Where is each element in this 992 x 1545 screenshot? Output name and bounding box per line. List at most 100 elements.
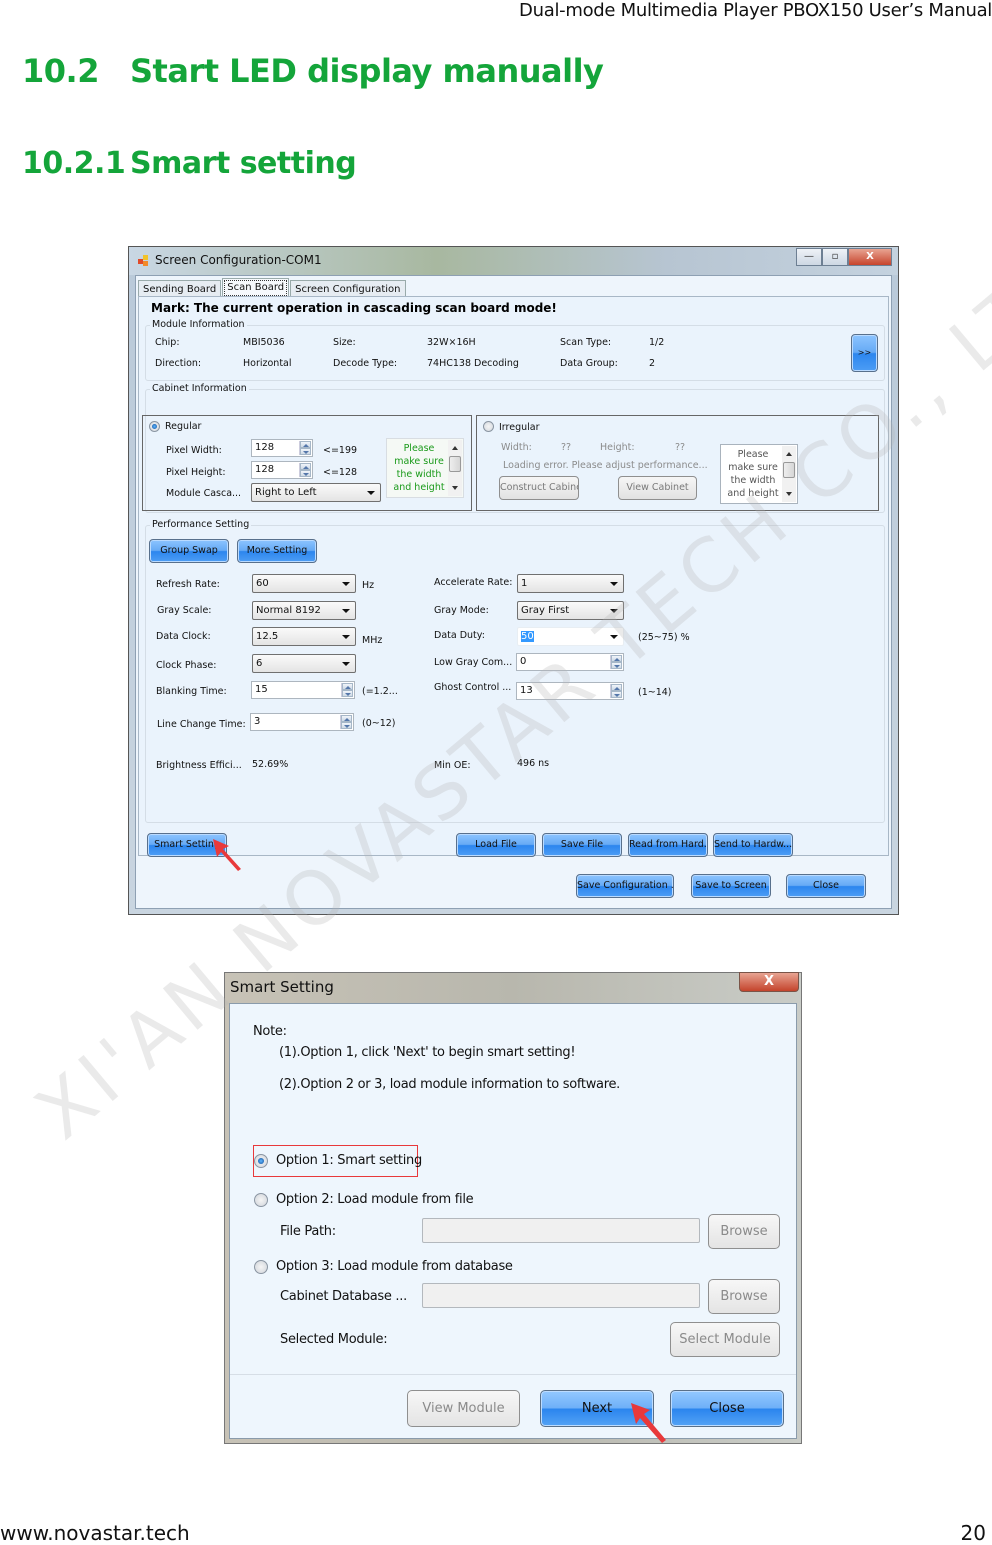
pixel-width-spinner[interactable] [299,441,311,455]
clock-phase-select[interactable]: 6 [252,654,356,673]
blanking-time-spinner[interactable] [341,683,353,697]
dialog-client: Note: (1).Option 1, click 'Next' to begi… [229,1003,797,1443]
accelerate-rate-label: Accelerate Rate: [434,577,513,588]
pixel-width-input[interactable]: 128 [251,439,313,457]
min-oe-value: 496 ns [517,758,550,769]
more-setting-button[interactable]: More Setting [237,539,317,563]
close-dialog-footer-button[interactable]: Close [670,1390,784,1427]
regular-label: Regular [165,421,202,432]
save-configuration-button[interactable]: Save Configuration ... [576,874,674,898]
load-file-button[interactable]: Load File [456,833,536,857]
scan-board-page: Mark: The current operation in cascading… [138,296,889,871]
pixel-height-spinner[interactable] [299,463,311,477]
view-cabinet-button[interactable]: View Cabinet [618,476,697,500]
group-label: Cabinet Information [150,383,249,394]
read-from-hardware-button[interactable]: Read from Hard... [628,833,708,857]
window-client: Sending Board Scan Board Screen Configur… [135,275,892,909]
maximize-button[interactable]: ▫ [822,248,848,266]
data-clock-unit: MHz [362,635,383,646]
data-clock-select[interactable]: 12.5 [252,627,356,646]
save-to-screen-button[interactable]: Save to Screen [691,874,771,898]
regular-radio[interactable] [149,421,160,432]
irregular-radio[interactable] [483,421,494,432]
close-button[interactable]: Close [786,874,866,898]
line-change-input[interactable]: 3 [250,713,354,731]
irregular-width-value: ?? [561,442,572,453]
gray-mode-select[interactable]: Gray First [517,601,624,620]
select-module-button[interactable]: Select Module [670,1322,780,1357]
data-duty-label: Data Duty: [434,630,485,641]
data-duty-select[interactable]: 50 [517,627,624,646]
window-title: Screen Configuration-COM1 [155,253,322,267]
title-bar: Screen Configuration-COM1 — ▫ X [129,247,898,275]
save-file-button[interactable]: Save File [542,833,622,857]
data-clock-label: Data Clock: [156,631,211,642]
decode-type-label: Decode Type: [333,358,398,369]
footer-website[interactable]: www.novastar.tech [0,1521,190,1545]
ghost-control-input[interactable]: 13 [516,682,624,700]
close-dialog-button[interactable]: X [739,972,799,992]
tip-scrollbar[interactable] [448,440,462,496]
browse-database-button[interactable]: Browse [708,1279,780,1314]
cabinet-database-label: Cabinet Database ... [280,1289,407,1304]
selected-module-label: Selected Module: [280,1332,388,1347]
blanking-time-input[interactable]: 15 [251,681,355,699]
accelerate-rate-select[interactable]: 1 [517,574,624,593]
minimize-button[interactable]: — [796,248,822,266]
chevron-down-icon [610,635,618,639]
module-information-group: Module Information Chip: MBI5036 Size: 3… [145,319,885,381]
ghost-control-label: Ghost Control ... [434,682,512,693]
tip-scrollbar[interactable] [782,446,796,502]
pixel-height-label: Pixel Height: [166,467,226,478]
min-oe-label: Min OE: [434,760,471,771]
irregular-tip-box: Please make sure the width and height [720,444,798,504]
option-2-label: Option 2: Load module from file [276,1192,474,1207]
regular-panel: Regular Pixel Width: 128 <=199 Pixel Hei… [142,415,472,511]
chevron-down-icon [342,662,350,666]
app-icon [138,255,150,267]
refresh-rate-select[interactable]: 60 [252,574,356,593]
size-value: 32W×16H [427,337,476,348]
close-window-button[interactable]: X [848,248,892,266]
document-header: Dual-mode Multimedia Player PBOX150 User… [519,0,992,21]
chevron-down-icon [342,609,350,613]
browse-file-button[interactable]: Browse [708,1214,780,1249]
construct-cabinet-button[interactable]: Construct Cabinet [499,476,579,500]
section-number: 10.2 [22,52,99,90]
low-gray-label: Low Gray Com... [434,657,513,668]
expand-module-button[interactable]: >> [851,334,878,372]
file-path-input[interactable] [422,1218,700,1243]
option-2-radio[interactable] [254,1193,268,1207]
cabinet-database-input[interactable] [422,1283,700,1308]
low-gray-spinner[interactable] [610,655,622,669]
option-3-radio[interactable] [254,1260,268,1274]
module-cascade-label: Module Casca... [166,488,242,499]
view-module-button[interactable]: View Module [407,1390,520,1427]
decode-type-value: 74HC138 Decoding [427,358,519,369]
line-change-spinner[interactable] [340,715,352,729]
line-change-label: Line Change Time: [157,719,246,730]
send-to-hardware-button[interactable]: Send to Hardw... [713,833,793,857]
screen-configuration-window: Screen Configuration-COM1 — ▫ X Sending … [128,246,899,915]
brightness-efficiency-label: Brightness Effici... [156,760,242,771]
irregular-panel: Irregular Width: ?? Height: ?? Loading e… [476,415,879,511]
option-1-radio[interactable] [254,1154,268,1168]
pixel-height-input[interactable]: 128 [251,461,313,479]
low-gray-input[interactable]: 0 [516,653,624,671]
data-group-label: Data Group: [560,358,618,369]
group-swap-button[interactable]: Group Swap [149,539,229,563]
clock-phase-label: Clock Phase: [156,660,217,671]
irregular-label: Irregular [499,422,540,433]
refresh-rate-label: Refresh Rate: [156,579,220,590]
gray-scale-select[interactable]: Normal 8192 [252,601,356,620]
module-cascade-select[interactable]: Right to Left [251,483,381,502]
tab-scan-board[interactable]: Scan Board [222,278,290,298]
mark-message: Mark: The current operation in cascading… [151,301,557,315]
subsection-heading: 10.2.1 Smart setting [22,146,357,181]
line-change-range: (0~12) [362,718,396,729]
chip-label: Chip: [155,337,180,348]
option-1-label: Option 1: Smart setting [276,1153,422,1168]
scan-type-value: 1/2 [649,337,665,348]
ghost-control-spinner[interactable] [610,684,622,698]
brightness-efficiency-value: 52.69% [252,759,289,770]
